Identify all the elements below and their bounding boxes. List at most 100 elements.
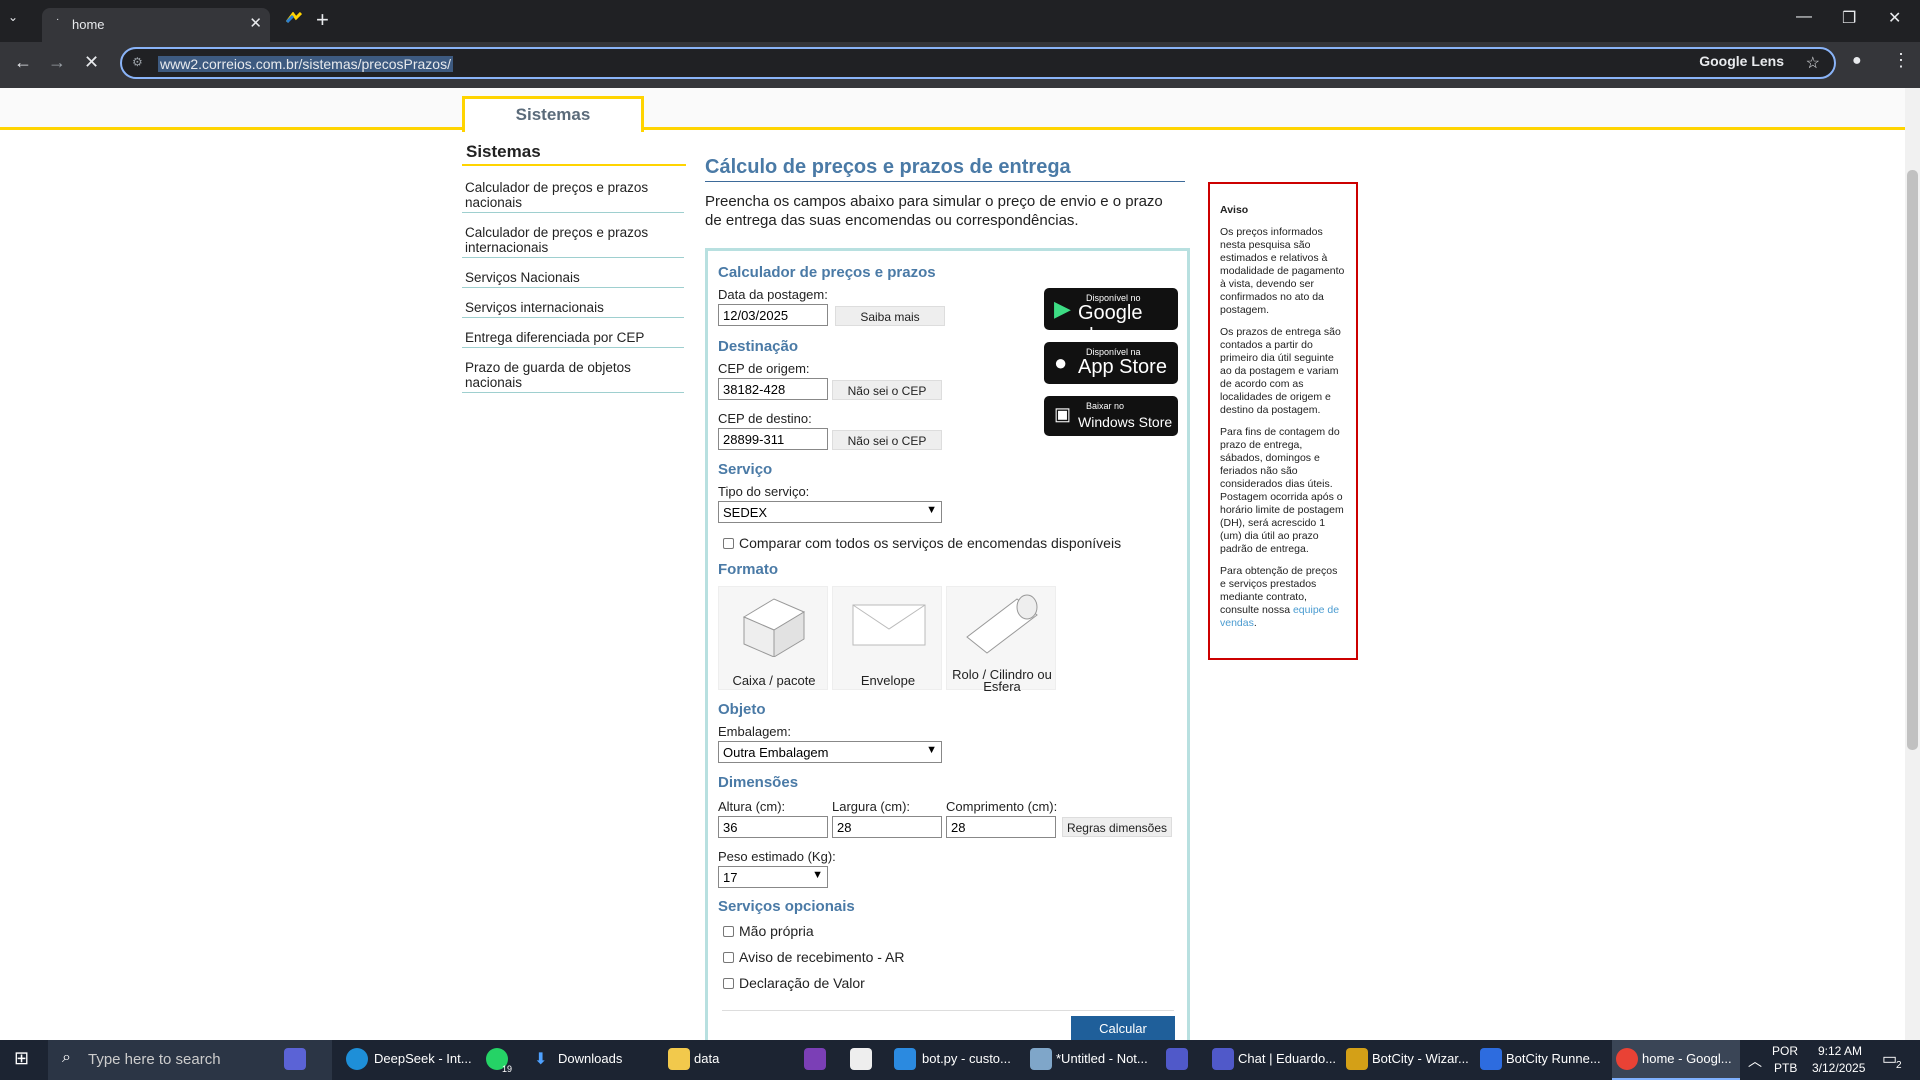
- declaracao-valor-checkbox[interactable]: [723, 978, 734, 989]
- taskbar-item-botcity-wizard[interactable]: BotCity - Wizar...: [1372, 1051, 1469, 1066]
- botcity-runner-icon[interactable]: [1480, 1048, 1502, 1070]
- intro-text: Preencha os campos abaixo para simular o…: [705, 193, 1163, 229]
- notepad-icon[interactable]: [1030, 1048, 1052, 1070]
- folder-icon[interactable]: [668, 1048, 690, 1070]
- date-input[interactable]: 12/03/2025: [718, 304, 828, 326]
- cep-origem-input[interactable]: 38182-428: [718, 378, 828, 400]
- bookmark-star-icon[interactable]: ☆: [1806, 53, 1820, 73]
- sidebar-item[interactable]: Serviços Nacionais: [462, 268, 684, 288]
- notification-count: 2: [1896, 1060, 1902, 1071]
- formato-envelope-option[interactable]: Envelope: [832, 586, 942, 690]
- formato-rolo-option[interactable]: Rolo / Cilindro ou Esfera: [946, 586, 1056, 693]
- loading-icon: ·: [56, 14, 60, 25]
- chevron-down-icon: ▼: [926, 504, 937, 516]
- embalagem-select[interactable]: Outra Embalagem ▼: [718, 741, 942, 763]
- aviso-p4-end: .: [1253, 617, 1257, 629]
- sidebar-item[interactable]: Calculador de preços e prazos internacio…: [462, 223, 684, 258]
- taskbar-item-data[interactable]: data: [694, 1051, 719, 1066]
- calcular-button[interactable]: Calcular: [1071, 1016, 1175, 1040]
- tipo-servico-select[interactable]: SEDEX ▼: [718, 501, 942, 523]
- taskbar-item-deepseek[interactable]: DeepSeek - Int...: [374, 1051, 472, 1066]
- tab-home[interactable]: · home ✕: [42, 8, 270, 42]
- new-tab-button[interactable]: +: [316, 7, 329, 33]
- divider: [705, 181, 1185, 182]
- cylinder-icon: [966, 594, 1038, 654]
- regras-dimensoes-button[interactable]: Regras dimensões: [1062, 817, 1172, 837]
- comprimento-label: Comprimento (cm):: [946, 799, 1058, 814]
- keyboard-layout[interactable]: PTB: [1774, 1061, 1797, 1075]
- sidebar-item[interactable]: Serviços internacionais: [462, 298, 684, 318]
- minimize-icon[interactable]: —: [1796, 8, 1812, 26]
- altura-input[interactable]: 36: [718, 816, 828, 838]
- tab-sistemas[interactable]: Sistemas: [462, 96, 644, 132]
- address-bar[interactable]: ⚙ www2.correios.com.br/sistemas/precosPr…: [120, 47, 1836, 79]
- windows-start-icon[interactable]: ⊞: [14, 1048, 29, 1069]
- stop-icon[interactable]: ✕: [84, 52, 99, 73]
- tab-favicon-icon[interactable]: [286, 12, 302, 24]
- tab-title: home: [72, 17, 105, 32]
- cep-destino-input[interactable]: 28899-311: [718, 428, 828, 450]
- notion-icon[interactable]: [850, 1048, 872, 1070]
- taskbar-item-chrome[interactable]: home - Googl...: [1642, 1051, 1732, 1066]
- teams-chat-icon[interactable]: [1212, 1048, 1234, 1070]
- sidebar-item[interactable]: Calculador de preços e prazos nacionais: [462, 178, 684, 213]
- chrome-icon[interactable]: [1616, 1048, 1638, 1070]
- peso-select[interactable]: 17 ▼: [718, 866, 828, 888]
- saiba-mais-button[interactable]: Saiba mais: [835, 306, 945, 326]
- formato-caixa-label: Caixa / pacote: [732, 673, 816, 688]
- teams-icon[interactable]: [1166, 1048, 1188, 1070]
- mao-propria-checkbox[interactable]: [723, 926, 734, 937]
- aviso-recebimento-checkbox[interactable]: [723, 952, 734, 963]
- onenote-icon[interactable]: [804, 1048, 826, 1070]
- taskbar-item-notepad[interactable]: *Untitled - Not...: [1056, 1051, 1148, 1066]
- google-lens-button[interactable]: Google Lens: [1699, 53, 1784, 69]
- google-play-badge[interactable]: ▶ Disponível no Google play: [1044, 288, 1178, 347]
- nao-sei-cep-destino-button[interactable]: Não sei o CEP: [832, 430, 942, 450]
- taskbar-search[interactable]: ⌕ Type here to search: [48, 1040, 332, 1080]
- app-store-badge[interactable]: ● Disponível na App Store: [1044, 342, 1178, 384]
- sidebar-item[interactable]: Prazo de guarda de objetos nacionais: [462, 358, 684, 393]
- restore-icon[interactable]: ❐: [1842, 8, 1856, 28]
- back-icon[interactable]: ←: [14, 52, 32, 73]
- nao-sei-cep-origem-button[interactable]: Não sei o CEP: [832, 380, 942, 400]
- lang-code[interactable]: POR: [1772, 1044, 1798, 1058]
- box-icon: [742, 598, 806, 658]
- windows-store-badge[interactable]: ▣ Baixar no Windows Store: [1044, 396, 1178, 436]
- taskbar-item-botcity-runner[interactable]: BotCity Runne...: [1506, 1051, 1601, 1066]
- tab-list-button[interactable]: ⌄: [8, 10, 18, 24]
- aviso-p2: Os prazos de entrega são contados a part…: [1220, 326, 1341, 416]
- botcity-icon[interactable]: [1346, 1048, 1368, 1070]
- envelope-icon: [852, 604, 926, 646]
- tab-close-icon[interactable]: ✕: [249, 14, 262, 32]
- notification-icon[interactable]: ▭: [1882, 1049, 1897, 1069]
- clock-date[interactable]: 3/12/2025: [1812, 1061, 1865, 1075]
- aviso-p4: Para obtenção de preços e serviços prest…: [1220, 565, 1346, 630]
- taskbar-item-chat[interactable]: Chat | Eduardo...: [1238, 1051, 1336, 1066]
- comparar-checkbox[interactable]: [723, 538, 734, 549]
- menu-icon[interactable]: ⋮: [1892, 50, 1910, 71]
- url-text[interactable]: www2.correios.com.br/sistemas/precosPraz…: [158, 56, 453, 72]
- tray-chevron-icon[interactable]: ︿: [1748, 1051, 1762, 1071]
- taskbar-item-botpy[interactable]: bot.py - custo...: [922, 1051, 1011, 1066]
- whatsapp-badge: 19: [502, 1064, 513, 1074]
- divider: [722, 1010, 1174, 1011]
- aviso-p1: Os preços informados nesta pesquisa são …: [1220, 226, 1345, 316]
- profile-icon[interactable]: ●: [1852, 52, 1862, 70]
- clock-time[interactable]: 9:12 AM: [1818, 1044, 1862, 1058]
- sidebar-item[interactable]: Entrega diferenciada por CEP: [462, 328, 684, 348]
- largura-input[interactable]: 28: [832, 816, 942, 838]
- taskbar-item-downloads[interactable]: Downloads: [558, 1051, 622, 1066]
- chevron-down-icon: ▼: [812, 869, 823, 881]
- search-highlight-icon: [284, 1048, 306, 1070]
- play-icon: ▶: [1054, 296, 1071, 321]
- edge-icon[interactable]: [346, 1048, 368, 1070]
- aviso-box: Aviso Os preços informados nesta pesquis…: [1208, 182, 1358, 660]
- forward-icon[interactable]: →: [48, 52, 66, 73]
- close-window-icon[interactable]: ✕: [1888, 8, 1901, 28]
- site-info-icon[interactable]: ⚙: [132, 55, 143, 69]
- scrollbar-thumb[interactable]: [1907, 170, 1918, 750]
- cep-origem-label: CEP de origem:: [718, 361, 810, 376]
- vscode-icon[interactable]: [894, 1048, 916, 1070]
- comprimento-input[interactable]: 28: [946, 816, 1056, 838]
- formato-caixa-option[interactable]: Caixa / pacote: [718, 586, 828, 690]
